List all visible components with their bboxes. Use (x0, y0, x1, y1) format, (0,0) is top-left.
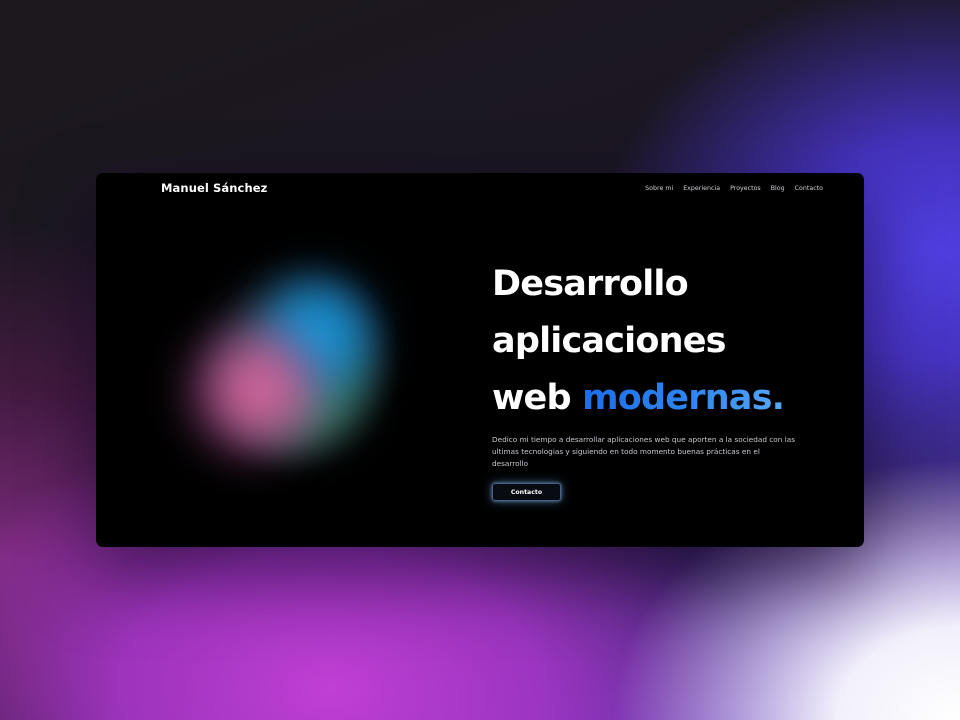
gradient-orb (176, 255, 396, 475)
hero-title-line-1: Desarrollo (492, 264, 689, 304)
hero-description: Dedico mi tiempo a desarrollar aplicacio… (492, 435, 796, 468)
hero-section: Desarrollo aplicaciones web modernas. De… (492, 256, 812, 470)
hero-title: Desarrollo aplicaciones web modernas. (492, 256, 812, 427)
nav-item-blog[interactable]: Blog (771, 185, 785, 192)
orb-pink-layer (176, 315, 326, 465)
nav-item-sobre-mi[interactable]: Sobre mi (645, 185, 673, 192)
hero-title-line-3: web (492, 378, 583, 418)
nav-item-contacto[interactable]: Contacto (795, 185, 823, 192)
hero-title-accent: modernas. (582, 378, 785, 418)
nav-item-experiencia[interactable]: Experiencia (683, 185, 720, 192)
contact-button[interactable]: Contacto (492, 483, 561, 501)
nav-item-proyectos[interactable]: Proyectos (730, 185, 761, 192)
brand-logo[interactable]: Manuel Sánchez (161, 181, 267, 195)
main-nav: Sobre mi Experiencia Proyectos Blog Cont… (645, 185, 823, 192)
hero-title-line-2: aplicaciones (492, 321, 727, 361)
browser-window: Manuel Sánchez Sobre mi Experiencia Proy… (96, 173, 864, 547)
